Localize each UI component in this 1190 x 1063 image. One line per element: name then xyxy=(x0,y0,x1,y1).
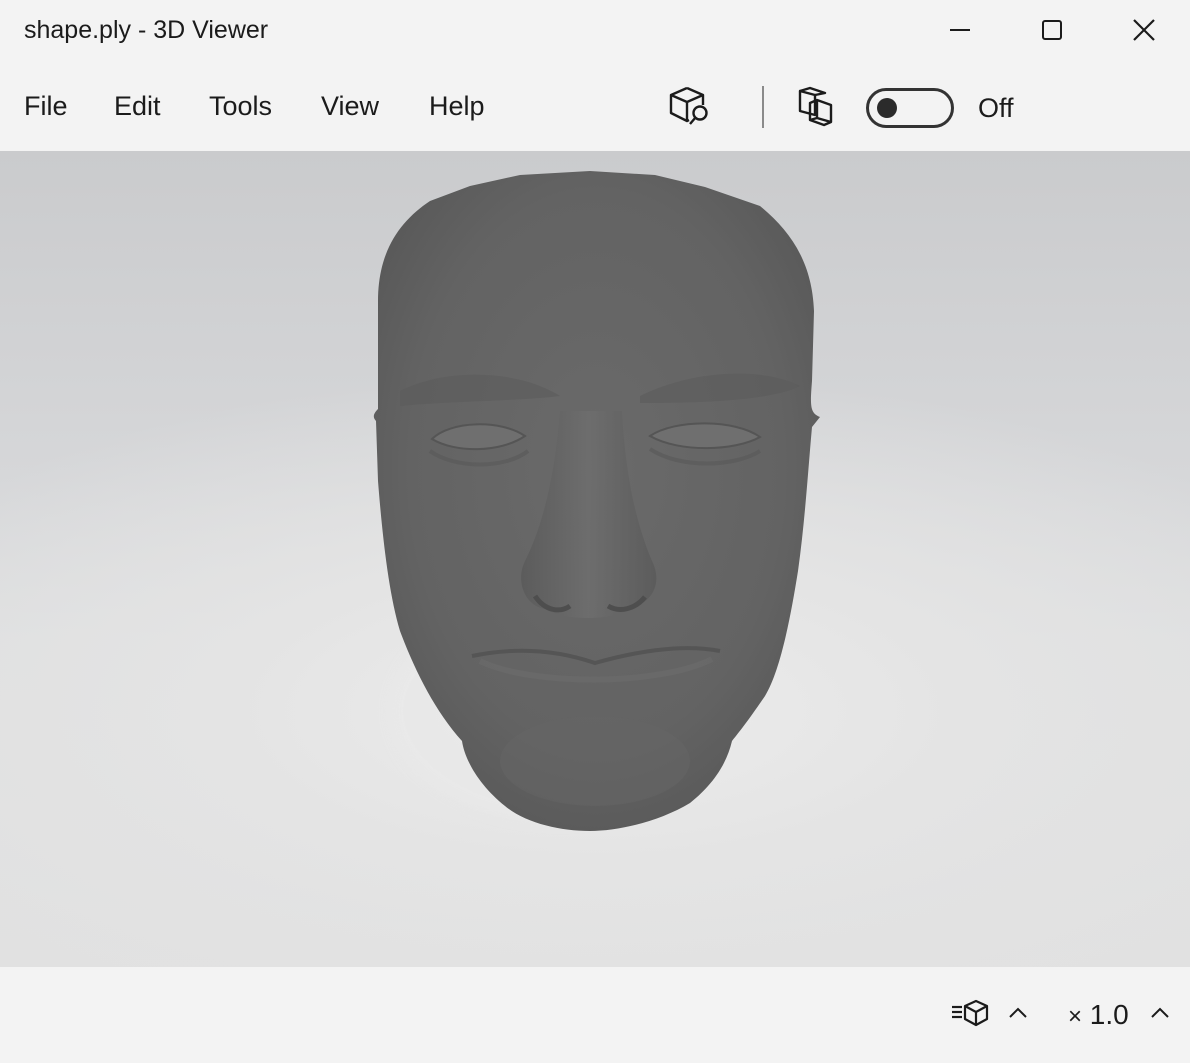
zoom-expand-button[interactable] xyxy=(1146,1001,1174,1029)
inspect-model-button[interactable] xyxy=(664,84,716,132)
maximize-icon xyxy=(1040,18,1064,47)
title-bar: shape.ply - 3D Viewer xyxy=(0,0,1190,64)
status-bar: × 1.0 xyxy=(0,967,1190,1063)
cube-list-icon xyxy=(948,997,990,1034)
toggle-switch[interactable] xyxy=(866,88,954,128)
close-icon xyxy=(1132,18,1156,47)
toggle-knob xyxy=(877,98,897,118)
minimize-icon xyxy=(948,18,972,47)
view-mode-button[interactable] xyxy=(790,84,838,132)
zoom-prefix: × xyxy=(1068,1003,1083,1030)
menu-tools[interactable]: Tools xyxy=(209,91,272,122)
close-button[interactable] xyxy=(1098,0,1190,64)
3d-viewport[interactable] xyxy=(0,151,1190,967)
scene-items-button[interactable] xyxy=(946,995,992,1035)
menu-edit[interactable]: Edit xyxy=(114,91,161,122)
menu-help[interactable]: Help xyxy=(429,91,485,122)
face-model[interactable] xyxy=(0,151,1190,967)
window-title: shape.ply - 3D Viewer xyxy=(24,16,269,44)
menu-view[interactable]: View xyxy=(321,91,379,122)
zoom-level[interactable]: × 1.0 xyxy=(1068,999,1129,1031)
maximize-button[interactable] xyxy=(1006,0,1098,64)
cube-search-icon xyxy=(667,84,713,133)
toolbar-separator xyxy=(762,86,764,128)
cube-outline-icon xyxy=(793,85,835,132)
menu-file[interactable]: File xyxy=(24,91,68,122)
chevron-up-icon xyxy=(1149,1006,1171,1025)
menu-bar: File Edit Tools View Help Off xyxy=(0,64,1190,151)
minimize-button[interactable] xyxy=(914,0,1006,64)
toggle-state-label: Off xyxy=(978,93,1014,123)
scene-items-expand-button[interactable] xyxy=(1004,1001,1032,1029)
chevron-up-icon xyxy=(1007,1006,1029,1025)
zoom-value: 1.0 xyxy=(1089,999,1129,1030)
